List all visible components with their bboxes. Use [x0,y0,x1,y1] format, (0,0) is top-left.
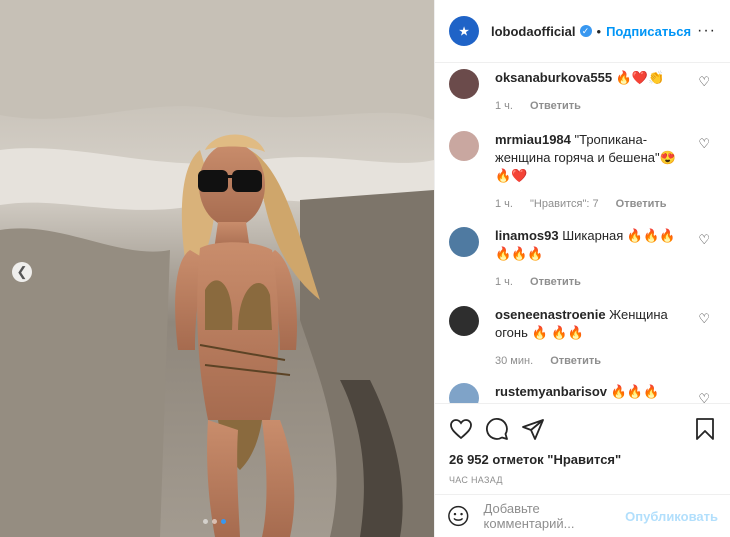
publish-button[interactable]: Опубликовать [625,509,718,524]
more-options-icon[interactable]: ··· [697,22,716,40]
comment-meta: 1 ч. Ответить [495,97,683,115]
author-avatar[interactable]: ★ [449,16,479,46]
commenter-avatar[interactable] [449,69,479,99]
carousel-dots [203,519,226,524]
comment-meta: 1 ч. "Нравится": 7 Ответить [495,195,683,213]
bookmark-icon[interactable] [694,417,716,441]
reply-button[interactable]: Ответить [616,198,667,210]
carousel-dot [203,519,208,524]
post-header: ★ lobodaofficial ✓ • Подписаться ··· [435,0,730,63]
likes-count[interactable]: 26 952 отметок "Нравится" [449,452,716,467]
post-time[interactable]: ЧАС НАЗАД [449,475,716,485]
commenter-avatar[interactable] [449,131,479,161]
comment-body: oseneenastroenie Женщина огонь 🔥 🔥🔥 30 м… [495,306,683,370]
commenter-avatar[interactable] [449,227,479,257]
header-separator: • [596,23,602,39]
comment-input[interactable]: Добавьте комментарий... [484,501,626,531]
post-viewer: ❮ ★ lobodaofficial ✓ • Подписаться ··· o… [0,0,730,537]
reply-button[interactable]: Ответить [530,276,581,288]
comment-like-heart-icon[interactable]: ♡ [698,391,710,403]
comment-body: oksanaburkova555 🔥❤️👏 1 ч. Ответить [495,69,683,115]
chevron-left-icon[interactable]: ❮ [12,262,32,282]
comments-list[interactable]: oksanaburkova555 🔥❤️👏 1 ч. Ответить ♡ mr… [435,63,730,403]
heart-icon[interactable] [449,417,473,441]
carousel-dot-active [221,519,226,524]
comment-item: oksanaburkova555 🔥❤️👏 1 ч. Ответить ♡ [449,69,716,115]
comment-body: mrmiau1984 "Тропикана-женщина горяча и б… [495,131,683,213]
commenter-avatar[interactable] [449,306,479,336]
post-photo[interactable]: ❮ [0,0,434,537]
comment-time[interactable]: 30 мин. [495,355,533,367]
post-actions: 26 952 отметок "Нравится" ЧАС НАЗАД [435,403,730,493]
reply-button[interactable]: Ответить [550,355,601,367]
comment-meta: 30 мин. Ответить [495,352,683,370]
comment-body: rustemyanbarisov 🔥🔥🔥 [495,383,683,403]
comment-like-heart-icon[interactable]: ♡ [698,311,710,327]
comment-text: 🔥❤️👏 [612,70,665,85]
comment-body: linamos93 Шикарная 🔥🔥🔥🔥🔥🔥 1 ч. Ответить [495,227,683,291]
verified-badge-icon: ✓ [579,25,592,37]
share-icon[interactable] [521,417,545,441]
comment-like-heart-icon[interactable]: ♡ [698,136,710,152]
post-side-panel: ★ lobodaofficial ✓ • Подписаться ··· oks… [434,0,730,537]
comment-username[interactable]: rustemyanbarisov [495,384,607,399]
comment-like-heart-icon[interactable]: ♡ [698,232,710,248]
follow-button[interactable]: Подписаться [606,24,691,39]
comment-username[interactable]: oksanaburkova555 [495,70,612,85]
beach-photo-illustration [0,0,434,537]
comment-item: linamos93 Шикарная 🔥🔥🔥🔥🔥🔥 1 ч. Ответить … [449,227,716,291]
comment-time[interactable]: 1 ч. [495,100,513,112]
carousel-dot [212,519,217,524]
comment-time[interactable]: 1 ч. [495,276,513,288]
comment-like-heart-icon[interactable]: ♡ [698,74,710,90]
comment-item: oseneenastroenie Женщина огонь 🔥 🔥🔥 30 м… [449,306,716,370]
comment-username[interactable]: mrmiau1984 [495,132,571,147]
author-username[interactable]: lobodaofficial [491,24,576,39]
comment-username[interactable]: oseneenastroenie [495,307,606,322]
comment-text: 🔥🔥🔥 [607,384,660,399]
comment-item: rustemyanbarisov 🔥🔥🔥 ♡ [449,383,716,403]
comment-icon[interactable] [485,417,509,441]
commenter-avatar[interactable] [449,383,479,403]
comment-username[interactable]: linamos93 [495,228,559,243]
reply-button[interactable]: Ответить [530,100,581,112]
comment-item: mrmiau1984 "Тропикана-женщина горяча и б… [449,131,716,213]
comment-time[interactable]: 1 ч. [495,198,513,210]
comment-likes[interactable]: "Нравится": 7 [530,198,599,210]
add-comment-bar: Добавьте комментарий... Опубликовать [435,494,730,537]
comment-meta: 1 ч. Ответить [495,273,683,291]
emoji-icon[interactable] [447,504,470,528]
action-icons [449,414,716,444]
